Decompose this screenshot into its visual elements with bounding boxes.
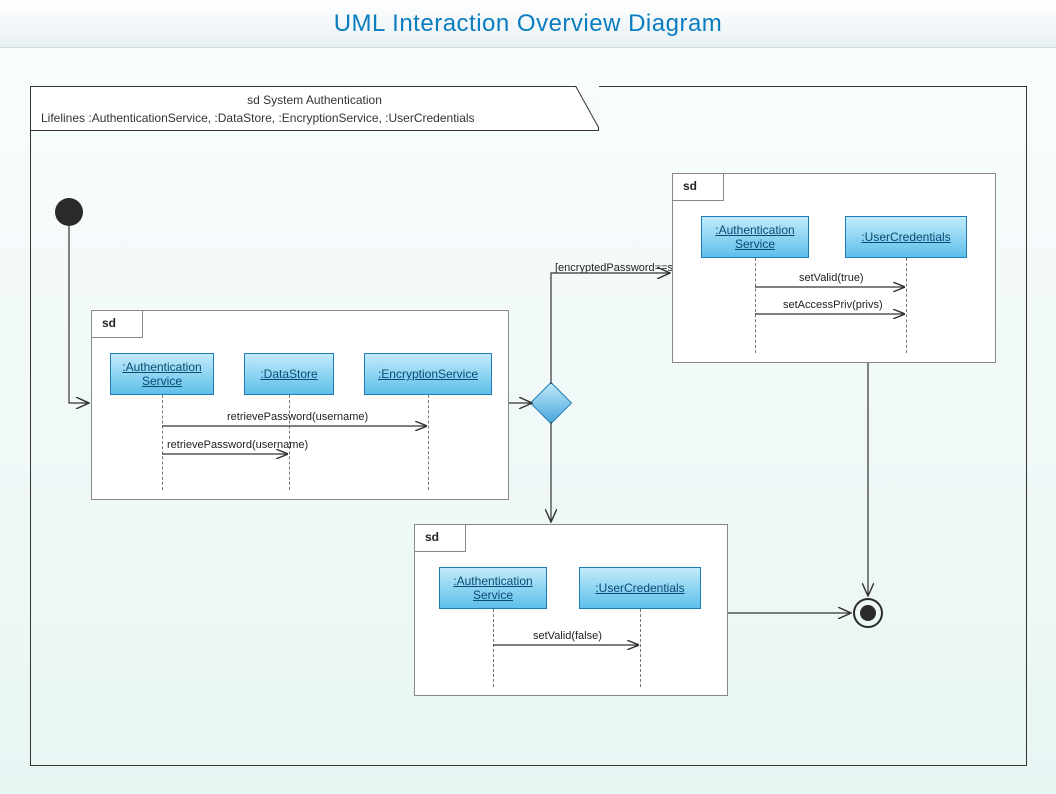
main-frame-title: sd System Authentication xyxy=(41,91,588,109)
msg-setvalid-false: setValid(false) xyxy=(533,630,602,642)
final-node xyxy=(853,598,883,628)
msg-setvalid-true: setValid(true) xyxy=(799,272,864,284)
sd-tab: sd xyxy=(91,310,143,338)
lifeline-datastore: :DataStore xyxy=(244,353,334,395)
sd-frame-retrieve: sd :Authentication Service :DataStore :E… xyxy=(91,310,509,500)
sd-frame-valid-true: sd :Authentication Service :UserCredenti… xyxy=(672,173,996,363)
diagram-canvas: sd System Authentication Lifelines :Auth… xyxy=(0,48,1056,794)
lifeline-user-credentials: :UserCredentials xyxy=(845,216,967,258)
sd-frame-valid-false: sd :Authentication Service :UserCredenti… xyxy=(414,524,728,696)
lifeline-encryption-service: :EncryptionService xyxy=(364,353,492,395)
lifeline-auth-service: :Authentication Service xyxy=(439,567,547,609)
sd-tab: sd xyxy=(414,524,466,552)
lifeline-auth-service: :Authentication Service xyxy=(701,216,809,258)
msg-setaccess: setAccessPriv(privs) xyxy=(783,299,883,311)
title-bar: UML Interaction Overview Diagram xyxy=(0,0,1056,48)
lifeline-user-credentials: :UserCredentials xyxy=(579,567,701,609)
initial-node xyxy=(55,198,83,226)
msg-retrieve-2: retrievePassword(username) xyxy=(167,439,308,451)
lifeline-auth-service: :Authentication Service xyxy=(110,353,214,395)
main-frame-lifelines: Lifelines :AuthenticationService, :DataS… xyxy=(41,109,588,127)
diagram-title: UML Interaction Overview Diagram xyxy=(334,10,723,38)
main-frame-header: sd System Authentication Lifelines :Auth… xyxy=(30,86,599,131)
sd-tab: sd xyxy=(672,173,724,201)
msg-retrieve-1: retrievePassword(username) xyxy=(227,411,368,423)
